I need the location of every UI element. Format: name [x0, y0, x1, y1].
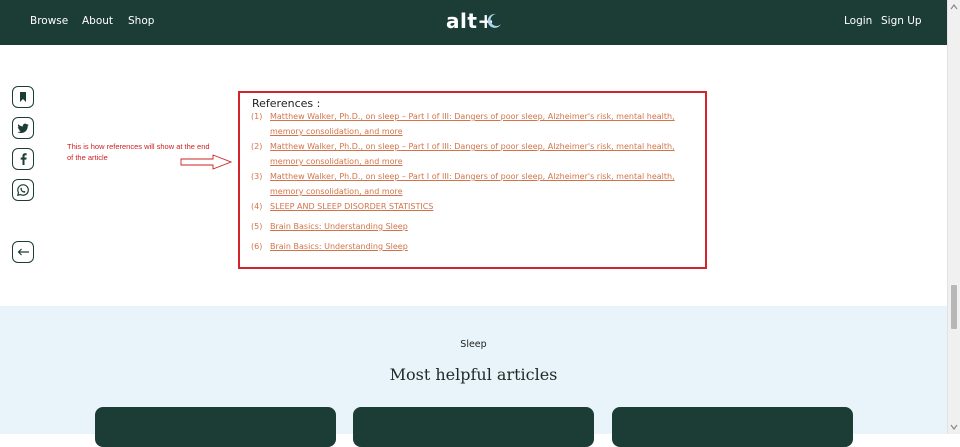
reference-number: (2): [251, 142, 263, 151]
section-kicker: Sleep: [460, 339, 487, 350]
reference-link[interactable]: Brain Basics: Understanding Sleep: [270, 219, 680, 234]
reference-number: (5): [251, 222, 263, 231]
article-card[interactable]: [612, 407, 853, 447]
nav-shop-link[interactable]: Shop: [128, 15, 154, 27]
scroll-down-arrow-icon[interactable]: [948, 422, 960, 432]
top-navigation: Browse About Shop alt+ Login Sign Up: [0, 0, 947, 45]
reference-link[interactable]: Matthew Walker, Ph.D., on sleep – Part I…: [270, 109, 680, 139]
annotation-arrow-icon: [180, 154, 232, 170]
reference-number: (4): [251, 202, 263, 211]
facebook-share-button[interactable]: [12, 148, 34, 170]
vertical-scrollbar[interactable]: [947, 0, 960, 434]
article-card[interactable]: [353, 407, 594, 447]
login-link[interactable]: Login: [844, 15, 872, 27]
whatsapp-share-button[interactable]: [12, 179, 34, 201]
reference-link[interactable]: Matthew Walker, Ph.D., on sleep – Part I…: [270, 139, 680, 169]
twitter-share-button[interactable]: [12, 117, 34, 139]
back-button[interactable]: [12, 241, 34, 263]
whatsapp-icon: [17, 184, 29, 196]
signup-link[interactable]: Sign Up: [881, 15, 922, 27]
reference-number: (3): [251, 172, 263, 181]
reference-number: (6): [251, 242, 263, 251]
section-heading: Most helpful articles: [389, 365, 558, 384]
reference-link[interactable]: Brain Basics: Understanding Sleep: [270, 239, 680, 254]
reference-link[interactable]: SLEEP AND SLEEP DISORDER STATISTICS: [270, 199, 680, 214]
bookmark-button[interactable]: [12, 86, 34, 108]
facebook-icon: [20, 153, 27, 165]
scrollbar-thumb[interactable]: [951, 285, 957, 329]
article-card[interactable]: [95, 407, 336, 447]
reference-number: (1): [251, 112, 263, 121]
bookmark-icon: [20, 92, 26, 102]
arrow-left-icon: [17, 248, 29, 256]
nav-browse-link[interactable]: Browse: [30, 15, 68, 27]
twitter-icon: [17, 123, 29, 133]
moon-icon: [487, 13, 501, 28]
references-box: References : (1) Matthew Walker, Ph.D., …: [238, 91, 707, 269]
scroll-up-arrow-icon[interactable]: [948, 2, 960, 12]
nav-about-link[interactable]: About: [82, 15, 113, 27]
helpful-articles-section: Sleep Most helpful articles: [0, 306, 947, 447]
reference-link[interactable]: Matthew Walker, Ph.D., on sleep – Part I…: [270, 169, 680, 199]
